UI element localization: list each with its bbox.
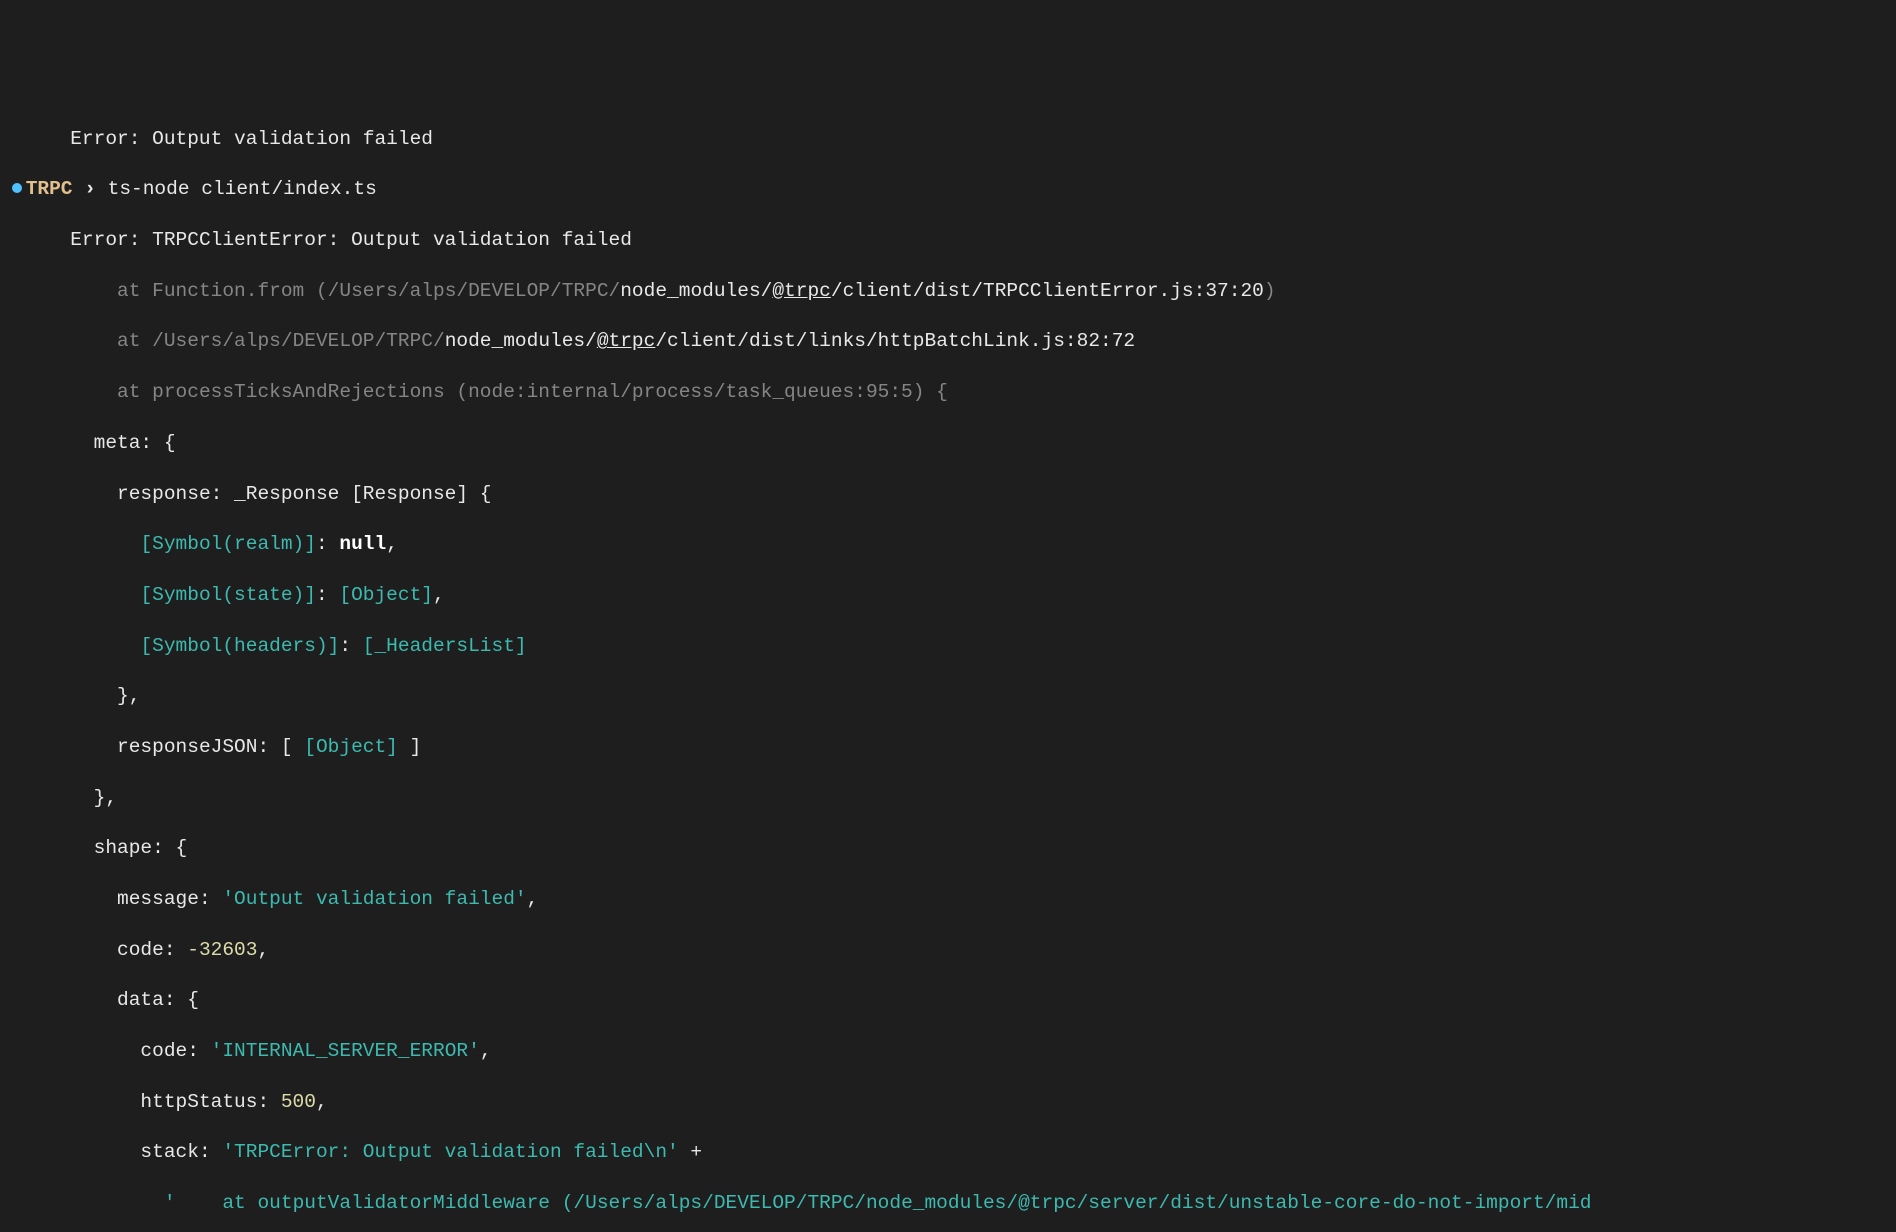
meta-open: meta: { <box>0 431 1896 456</box>
active-line-indicator <box>0 177 14 202</box>
meta-close: }, <box>0 786 1896 811</box>
symbol-headers: [Symbol(headers)]: [_HeadersList] <box>0 634 1896 659</box>
data-open: data: { <box>0 988 1896 1013</box>
symbol-realm: [Symbol(realm)]: null, <box>0 532 1896 557</box>
shape-code: code: -32603, <box>0 938 1896 963</box>
command-text: ts-node client/index.ts <box>108 178 377 200</box>
stack-frame: at /Users/alps/DEVELOP/TRPC/node_modules… <box>0 329 1896 354</box>
stack-frame-dim: at processTicksAndRejections (node:inter… <box>0 380 1896 405</box>
trpc-error-line: Error: TRPCClientError: Output validatio… <box>0 229 632 251</box>
shape-open: shape: { <box>0 836 1896 861</box>
data-http-status: httpStatus: 500, <box>0 1090 1896 1115</box>
data-stack-cont: ' at outputValidatorMiddleware (/Users/a… <box>0 1191 1896 1216</box>
data-stack: stack: 'TRPCError: Output validation fai… <box>0 1140 1896 1165</box>
response-json: responseJSON: [ [Object] ] <box>0 735 1896 760</box>
symbol-state: [Symbol(state)]: [Object], <box>0 583 1896 608</box>
stack-frame: at Function.from (/Users/alps/DEVELOP/TR… <box>0 279 1896 304</box>
data-code: code: 'INTERNAL_SERVER_ERROR', <box>0 1039 1896 1064</box>
error-line: Error: Output validation failed <box>0 128 433 150</box>
terminal-output[interactable]: Error: Output validation failed TRPC › t… <box>0 101 1896 1232</box>
prompt-dir: TRPC <box>26 178 73 200</box>
response-close: }, <box>0 684 1896 709</box>
response-open: response: _Response [Response] { <box>0 482 1896 507</box>
shape-message: message: 'Output validation failed', <box>0 887 1896 912</box>
prompt-separator: › <box>84 178 96 200</box>
